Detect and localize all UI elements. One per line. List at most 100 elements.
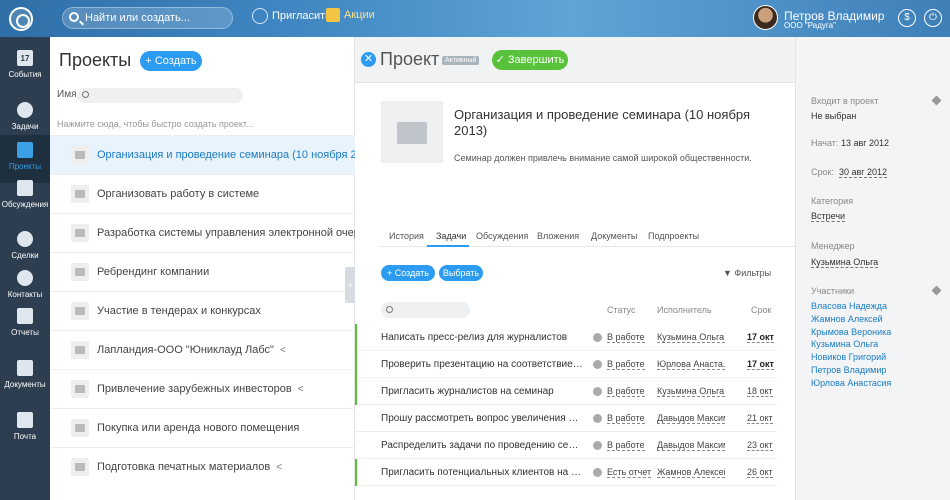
promotions-label: Акции <box>344 9 375 21</box>
category-value[interactable]: Встречи <box>811 211 846 222</box>
power-icon[interactable]: ⏻ <box>924 9 942 27</box>
task-name[interactable]: Написать пресс-релиз для журналистов <box>381 332 585 343</box>
task-status[interactable]: В работе <box>607 359 645 370</box>
list-item[interactable]: Подготовка печатных материалов < <box>50 447 355 486</box>
task-assignee[interactable]: Жамнов Алексей <box>657 467 725 478</box>
task-assignee[interactable]: Давыдов Максим <box>657 440 725 451</box>
project-title: Организация и проведение семинара (10 но… <box>454 107 751 138</box>
nav-item-reports[interactable]: Отчеты <box>0 301 50 349</box>
task-status[interactable]: В работе <box>607 386 645 397</box>
nav-item-documents[interactable]: Документы <box>0 353 50 401</box>
avatar[interactable] <box>753 5 778 30</box>
table-row[interactable]: Проверить презентацию на соответствие ко… <box>355 351 777 378</box>
tab-tasks[interactable]: Задачи <box>436 231 466 241</box>
task-due[interactable]: 23 окт <box>747 440 773 451</box>
create-task-button[interactable]: + Создать <box>381 265 435 281</box>
member-link[interactable]: Жамнов Алексей <box>811 314 883 324</box>
invite-button[interactable]: Пригласить <box>252 8 331 24</box>
project-name: Организация и проведение семинара (10 но… <box>97 149 379 161</box>
member-link[interactable]: Власова Надежда <box>811 301 887 311</box>
task-marker <box>355 378 357 405</box>
task-due[interactable]: 26 окт <box>747 467 773 478</box>
task-assignee[interactable]: Кузьмина Ольга <box>657 386 725 397</box>
table-row[interactable]: Пригласить журналистов на семинар В рабо… <box>355 378 777 405</box>
info-icon[interactable] <box>593 441 602 450</box>
list-item[interactable]: Лапландия-ООО "Юниклауд Лабс" < <box>50 330 355 369</box>
task-name[interactable]: Пригласить потенциальных клиентов на сем… <box>381 467 585 478</box>
info-icon[interactable] <box>593 468 602 477</box>
list-item[interactable]: Разработка системы управления электронно… <box>50 213 386 252</box>
column-header-due[interactable]: Срок <box>751 305 771 315</box>
member-link[interactable]: Кузьмина Ольга <box>811 339 878 349</box>
task-assignee[interactable]: Кузьмина Ольга <box>657 332 725 343</box>
manager-value[interactable]: Кузьмина Ольга <box>811 257 879 268</box>
promotions-button[interactable]: Акции <box>326 8 375 22</box>
task-due[interactable]: 21 окт <box>747 413 773 424</box>
tab-discussions[interactable]: Обсуждения <box>476 231 528 241</box>
edit-pencil-icon[interactable] <box>931 285 942 296</box>
start-value: 13 авг 2012 <box>840 138 890 148</box>
table-row[interactable]: Написать пресс-релиз для журналистов В р… <box>355 324 777 351</box>
tab-attachments[interactable]: Вложения <box>537 231 579 241</box>
list-item[interactable]: Привлечение зарубежных инвесторов < <box>50 369 355 408</box>
member-link[interactable]: Юрлова Анастасия <box>811 378 891 388</box>
project-name: Подготовка печатных материалов < <box>97 461 282 473</box>
table-row[interactable]: Прошу рассмотреть вопрос увеличения фин.… <box>355 405 777 432</box>
task-name[interactable]: Распределить задачи по проведению семин.… <box>381 440 585 451</box>
task-assignee[interactable]: Юрлова Анаста... <box>657 359 725 370</box>
project-name: Разработка системы управления электронно… <box>97 227 387 239</box>
global-search-input[interactable]: Найти или создать... <box>62 7 233 29</box>
list-item[interactable]: Ребрендинг компании <box>50 252 355 291</box>
nav-item-mail[interactable]: Почта <box>0 405 50 453</box>
create-project-button[interactable]: + Создать <box>140 51 202 71</box>
table-row[interactable]: Распределить задачи по проведению семин.… <box>355 432 777 459</box>
task-status[interactable]: В работе <box>607 440 645 451</box>
list-item[interactable]: Участие в тендерах и конкурсах <box>50 291 355 330</box>
quick-create-input[interactable]: Нажмите сюда, чтобы быстро создать проек… <box>57 119 254 129</box>
start-label: Начат: <box>811 138 839 148</box>
briefcase-icon <box>71 458 89 476</box>
task-status[interactable]: Есть отчет <box>607 467 652 478</box>
nav-item-discussions[interactable]: Обсуждения <box>0 173 50 221</box>
tab-documents[interactable]: Документы <box>591 231 637 241</box>
edit-pencil-icon[interactable] <box>931 95 942 106</box>
tab-history[interactable]: История <box>389 231 424 241</box>
list-item[interactable]: Организация и проведение семинара (10 но… <box>50 135 379 174</box>
task-search-input[interactable] <box>381 302 470 318</box>
app-logo-icon[interactable] <box>9 7 33 31</box>
column-header-assignee[interactable]: Исполнитель <box>657 305 712 315</box>
task-due[interactable]: 18 окт <box>747 386 773 397</box>
add-user-icon <box>252 8 268 24</box>
info-icon[interactable] <box>593 360 602 369</box>
list-item[interactable]: Покупка или аренда нового помещения <box>50 408 355 447</box>
deadline-value[interactable]: 30 авг 2012 <box>838 167 888 178</box>
info-icon[interactable] <box>593 333 602 342</box>
table-row[interactable]: Пригласить потенциальных клиентов на сем… <box>355 459 777 486</box>
task-due[interactable]: 17 окт <box>747 359 774 370</box>
member-link[interactable]: Новиков Григорий <box>811 352 886 362</box>
task-assignee[interactable]: Давыдов Максим <box>657 413 725 424</box>
select-button[interactable]: Выбрать <box>439 265 483 281</box>
task-name[interactable]: Пригласить журналистов на семинар <box>381 386 585 397</box>
collapse-panel-handle[interactable]: « <box>345 267 355 303</box>
filters-button[interactable]: ▼ Фильтры <box>723 268 771 278</box>
task-name[interactable]: Прошу рассмотреть вопрос увеличения фин.… <box>381 413 585 424</box>
task-status[interactable]: В работе <box>607 332 645 343</box>
complete-button[interactable]: ✓ Завершить <box>492 50 568 70</box>
tab-subprojects[interactable]: Подпроекты <box>648 231 699 241</box>
close-icon[interactable]: ✕ <box>361 52 376 67</box>
money-bag-icon <box>17 231 33 247</box>
nav-label: Задачи <box>11 122 39 131</box>
task-status[interactable]: В работе <box>607 413 645 424</box>
info-icon[interactable] <box>593 414 602 423</box>
member-link[interactable]: Петров Владимир <box>811 365 886 375</box>
list-item[interactable]: Организовать работу в системе <box>50 174 355 213</box>
task-name[interactable]: Проверить презентацию на соответствие ко… <box>381 359 585 370</box>
billing-dollar-icon[interactable]: $ <box>898 9 916 27</box>
member-link[interactable]: Крымова Вероника <box>811 327 891 337</box>
column-header-status[interactable]: Статус <box>607 305 635 315</box>
task-due[interactable]: 17 окт <box>747 332 774 343</box>
nav-item-events[interactable]: 17 События <box>0 43 50 91</box>
name-filter-input[interactable] <box>77 88 243 103</box>
info-icon[interactable] <box>593 387 602 396</box>
